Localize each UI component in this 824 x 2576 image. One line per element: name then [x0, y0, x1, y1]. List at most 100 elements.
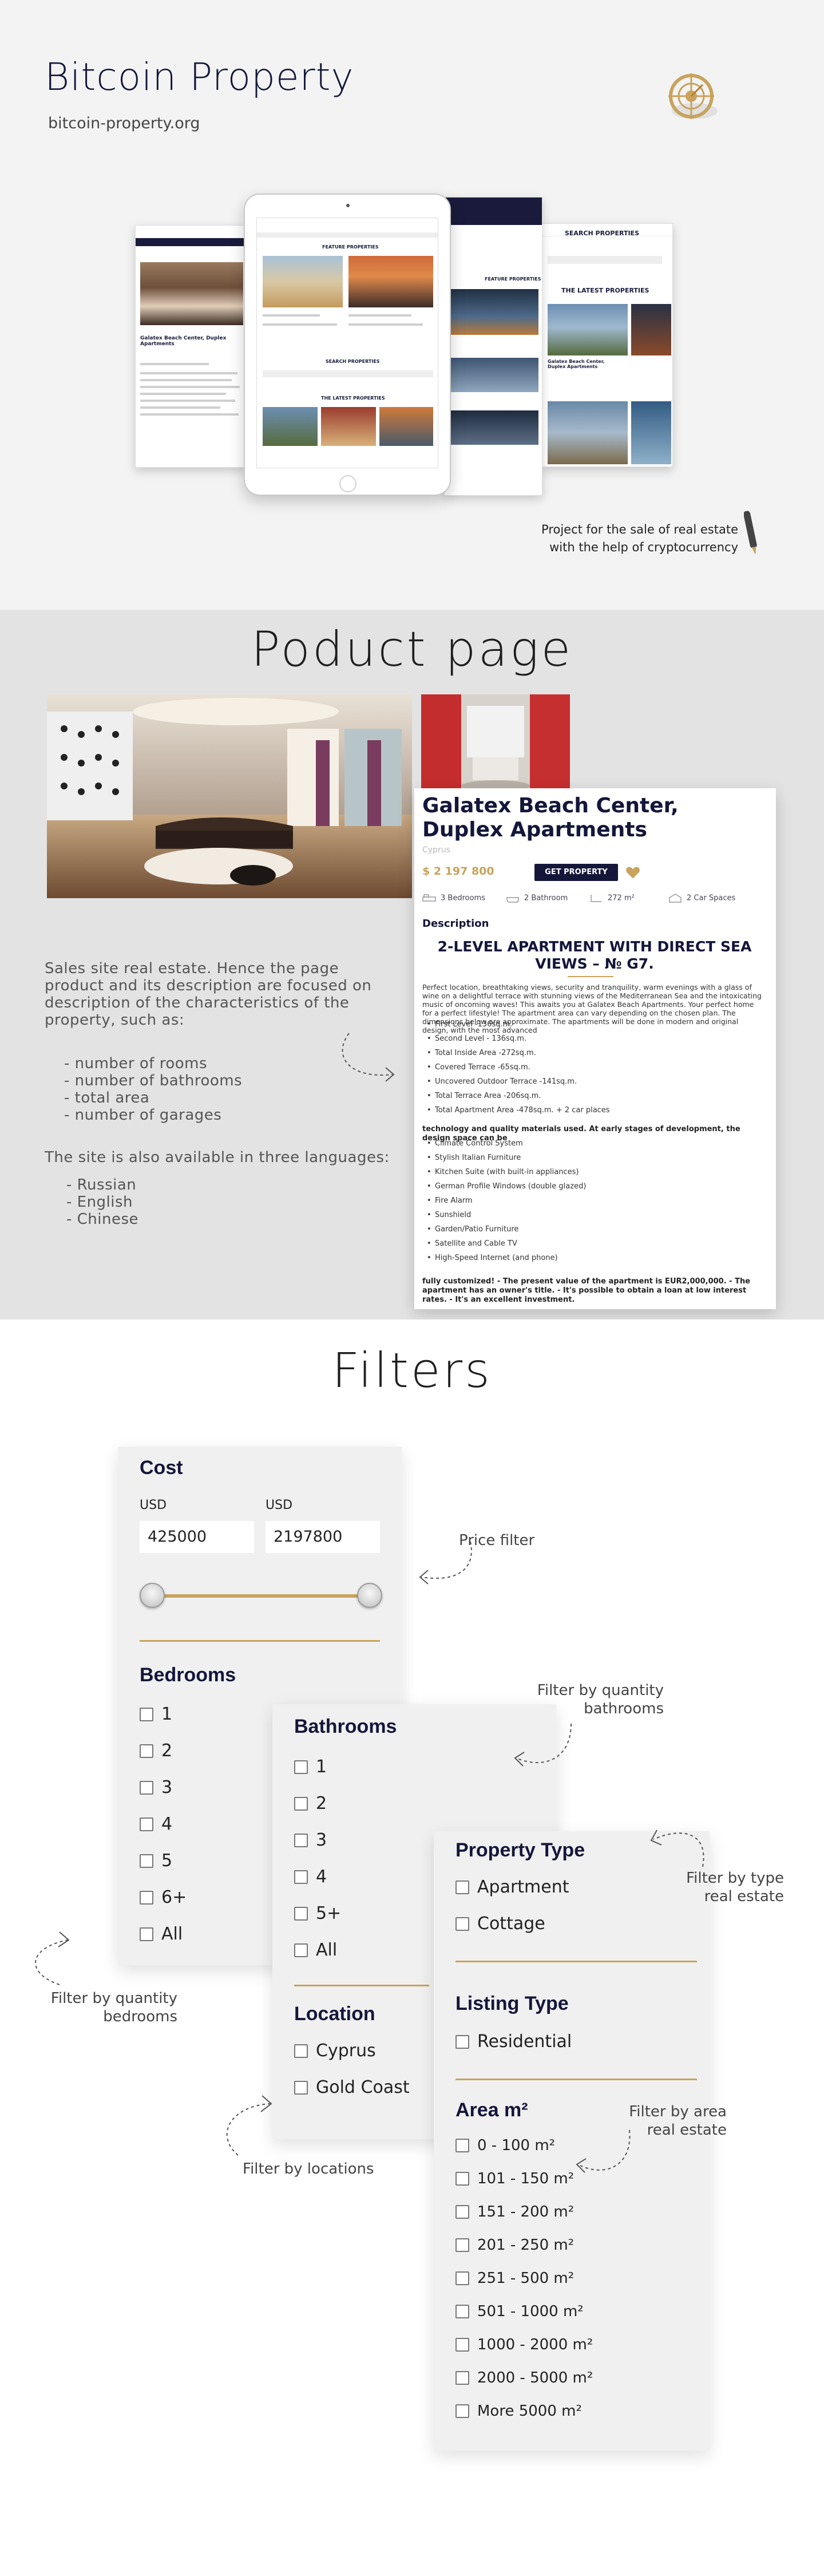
- property-type-option-apartment[interactable]: Apartment: [455, 1877, 569, 1897]
- description-headline: 2-LEVEL APARTMENT WITH DIRECT SEA VIEWS …: [437, 938, 752, 972]
- product-title: Galatex Beach Center, Duplex Apartments: [422, 794, 679, 841]
- lobby-photo: [47, 694, 412, 898]
- bathrooms-option-3[interactable]: 3: [294, 1830, 327, 1850]
- feature-area: 272 m²: [589, 894, 635, 903]
- checkbox[interactable]: [455, 2034, 469, 2049]
- area-option[interactable]: More 5000 m²: [455, 2403, 582, 2420]
- area-option[interactable]: 101 - 150 m²: [455, 2170, 574, 2187]
- checkbox[interactable]: [455, 1917, 469, 1931]
- feature-garage: 2 Car Spaces: [668, 894, 735, 903]
- checkbox[interactable]: [294, 1943, 308, 1957]
- bathrooms-option-4[interactable]: 4: [294, 1867, 327, 1887]
- mockup-latest-page: SEARCH PROPERTIES THE LATEST PROPERTIES …: [541, 223, 673, 467]
- bedrooms-option-6plus[interactable]: 6+: [140, 1887, 187, 1907]
- area-option[interactable]: 201 - 250 m²: [455, 2237, 574, 2254]
- area-option[interactable]: 2000 - 5000 m²: [455, 2369, 593, 2387]
- filters-section: Filters Cost USD USD 425000 2197800 Bedr…: [0, 1319, 824, 2576]
- area-option[interactable]: 251 - 500 m²: [455, 2270, 574, 2287]
- checkbox[interactable]: [294, 1870, 308, 1884]
- list-item: High-Speed Internet (and phone): [422, 1251, 586, 1265]
- price-slider-min-handle[interactable]: [140, 1583, 165, 1608]
- bedrooms-option-5[interactable]: 5: [140, 1851, 172, 1871]
- bedrooms-option-4[interactable]: 4: [140, 1814, 172, 1834]
- price-min-input[interactable]: 425000: [140, 1521, 254, 1553]
- list-item: - number of bathrooms: [64, 1072, 243, 1089]
- checkbox[interactable]: [140, 1890, 153, 1905]
- divider: [455, 1961, 697, 1962]
- bedrooms-option-2[interactable]: 2: [140, 1741, 172, 1761]
- area-option[interactable]: 0 - 100 m²: [455, 2137, 555, 2154]
- list-item: Kitchen Suite (with built-in appliances): [422, 1165, 586, 1179]
- description-heading: Description: [422, 918, 489, 930]
- price-max-input[interactable]: 2197800: [266, 1521, 380, 1553]
- checkbox[interactable]: [140, 1744, 153, 1758]
- bedrooms-option-all[interactable]: All: [140, 1924, 183, 1944]
- heart-icon[interactable]: [625, 864, 641, 880]
- price-slider-max-handle[interactable]: [357, 1583, 382, 1608]
- bathrooms-option-5plus[interactable]: 5+: [294, 1903, 341, 1923]
- checkbox[interactable]: [294, 1796, 308, 1811]
- checkbox[interactable]: [140, 1707, 153, 1721]
- feature-bedrooms: 3 Bedrooms: [422, 894, 485, 903]
- hero-title: Bitcoin Property: [45, 55, 354, 99]
- ipad-mockup: FEATURE PROPERTIES SEARCH PROPERTIES THE…: [244, 193, 451, 496]
- checkbox[interactable]: [455, 1880, 469, 1894]
- bathrooms-option-1[interactable]: 1: [294, 1757, 327, 1777]
- product-location: Cyprus: [422, 846, 450, 855]
- checkbox[interactable]: [455, 2338, 469, 2352]
- checkbox[interactable]: [294, 2044, 308, 2058]
- curved-arrow-icon: [650, 1830, 704, 1867]
- curved-arrow-icon: [342, 1033, 395, 1082]
- curved-arrow-icon: [226, 2095, 272, 2156]
- checkbox[interactable]: [455, 2238, 469, 2252]
- checkbox[interactable]: [140, 1927, 153, 1941]
- checkbox[interactable]: [455, 2205, 469, 2219]
- checkbox[interactable]: [455, 2271, 469, 2285]
- area-option[interactable]: 501 - 1000 m²: [455, 2303, 584, 2320]
- listing-type-option-residential[interactable]: Residential: [455, 2032, 572, 2052]
- list-item: Satellite and Cable TV: [422, 1236, 586, 1251]
- checkbox[interactable]: [455, 2305, 469, 2318]
- list-item: Second Level - 136sq.m.: [422, 1032, 610, 1046]
- feature-bathrooms: 2 Bathroom: [506, 894, 568, 903]
- bedrooms-option-1[interactable]: 1: [140, 1704, 172, 1724]
- checkbox[interactable]: [294, 1833, 308, 1847]
- bathrooms-option-all[interactable]: All: [294, 1940, 337, 1960]
- checkbox[interactable]: [294, 1906, 308, 1921]
- get-property-button[interactable]: GET PROPERTY: [534, 864, 618, 881]
- mockup-interior-image: [140, 262, 243, 325]
- product-page-section: Poduct page Sales site real estate. Henc…: [0, 610, 824, 1319]
- bedrooms-option-3[interactable]: 3: [140, 1777, 172, 1797]
- list-item: - total area: [64, 1089, 150, 1107]
- ipad-sunset-image: [348, 256, 433, 307]
- area-list: First Level -136sq.m. Second Level - 136…: [422, 1017, 610, 1117]
- languages-list: - Russian - English - Chinese: [66, 1176, 138, 1228]
- amenities-list: Climate Control System Stylish Italian F…: [422, 1136, 586, 1265]
- hero-caption: Project for the sale of real estate with…: [541, 523, 738, 554]
- location-option-cyprus[interactable]: Cyprus: [294, 2041, 376, 2061]
- list-item: Climate Control System: [422, 1136, 586, 1151]
- area-heading: Area m²: [455, 2099, 528, 2121]
- mockup-feature-page: FEATURE PROPERTIES: [444, 197, 542, 496]
- location-option-gold-coast[interactable]: Gold Coast: [294, 2077, 410, 2097]
- checkbox[interactable]: [455, 2172, 469, 2186]
- checkbox[interactable]: [140, 1854, 153, 1868]
- checkbox[interactable]: [455, 2371, 469, 2385]
- area-option[interactable]: 1000 - 2000 m²: [455, 2336, 593, 2353]
- list-item: - number of rooms: [64, 1055, 208, 1072]
- checkbox[interactable]: [294, 1760, 308, 1774]
- checkbox[interactable]: [455, 2404, 469, 2418]
- list-item: Garden/Patio Furniture: [422, 1222, 586, 1236]
- price-slider-track[interactable]: [152, 1594, 370, 1598]
- list-item: Total Apartment Area -478sq.m. + 2 car p…: [422, 1103, 610, 1117]
- bedrooms-heading: Bedrooms: [140, 1664, 236, 1686]
- checkbox[interactable]: [140, 1817, 153, 1831]
- bathrooms-option-2[interactable]: 2: [294, 1793, 327, 1814]
- property-type-option-cottage[interactable]: Cottage: [455, 1914, 545, 1934]
- area-option[interactable]: 151 - 200 m²: [455, 2203, 574, 2221]
- checkbox[interactable]: [455, 2139, 469, 2152]
- note-bedrooms: Filter by quantity bedrooms: [50, 1990, 177, 2025]
- checkbox[interactable]: [294, 2080, 308, 2095]
- checkbox[interactable]: [140, 1780, 153, 1795]
- gold-divider: [568, 976, 613, 977]
